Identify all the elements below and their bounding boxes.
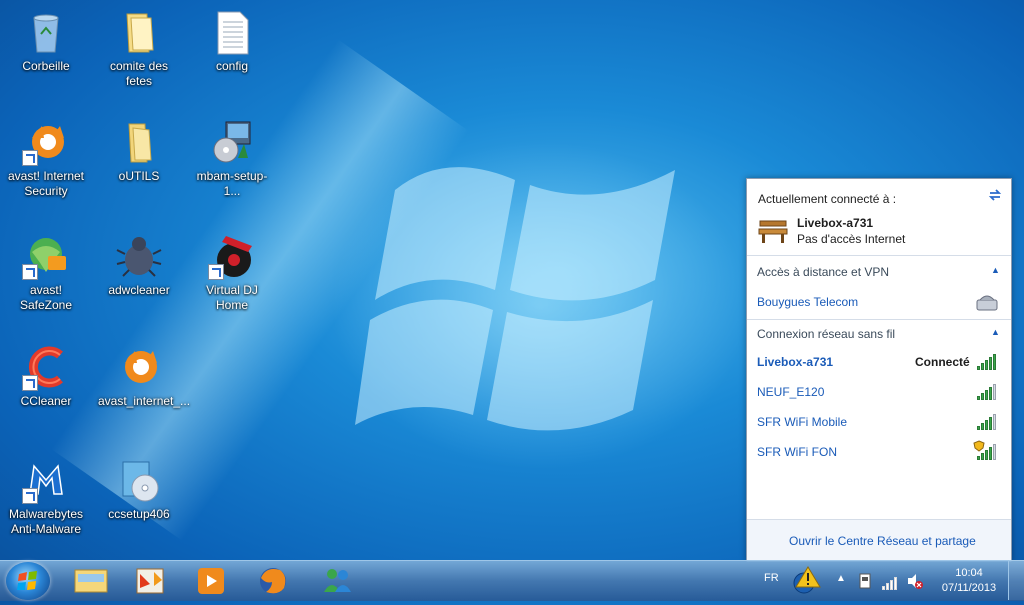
desktop-icon-ccsetup406[interactable]: ccsetup406 [98,456,180,522]
bench-network-icon [758,220,788,243]
folder-icon [115,8,163,56]
desktop-icon-label: adwcleaner [108,283,170,297]
avast-icon [115,343,163,391]
avast-icon [22,118,70,166]
desktop-icon-config[interactable]: config [191,8,273,74]
taskbar-media-player-button[interactable] [186,564,236,598]
wireless-section-header[interactable]: Connexion réseau sans fil [757,327,895,341]
wifi-network-row[interactable]: SFR WiFi FON [747,440,1011,466]
malwarebytes-icon [22,456,70,504]
ccleaner-icon [22,343,70,391]
current-network-name: Livebox-a731 [797,216,874,230]
taskbar-clock[interactable]: 10:04 07/11/2013 [938,566,1000,596]
desktop-icon-label: Virtual DJ Home [206,283,258,312]
desktop-icon-label: config [215,59,249,73]
vpn-section: Accès à distance et VPN ▲ Bouygues Telec… [747,255,1011,318]
taskbar-messenger-button[interactable] [312,564,362,598]
show-hidden-icons-arrow-icon[interactable]: ▲ [836,573,846,584]
vinyl-icon [208,232,256,280]
desktop-icon-mbam-setup[interactable]: mbam-setup-1... [191,118,273,199]
signal-strength-icon [977,384,997,400]
desktop-icon-label: mbam-setup-1... [196,169,268,198]
installer-icon [208,118,256,166]
wifi-network-name: NEUF_E120 [757,385,825,399]
desktop-icon-label: avast! Internet Security [7,169,85,198]
shortcut-arrow-icon [22,488,38,504]
show-desktop-button[interactable] [1008,560,1024,600]
taskbar: FR ▲ [0,560,1024,601]
security-shield-icon [973,440,985,452]
vpn-item-bouygues[interactable]: Bouygues Telecom [757,295,858,309]
explorer-icon [74,569,108,593]
desktop-icon-label: avast! SafeZone [19,283,73,312]
folder-icon [115,118,163,166]
desktop-icon-label: Corbeille [22,59,70,73]
firefox-icon [260,568,286,594]
desktop-icon-label: ccsetup406 [108,507,170,521]
panel-footer: Ouvrir le Centre Réseau et partage [747,519,1011,562]
wifi-connected-status: Connecté [915,355,970,369]
open-network-center-link[interactable]: Ouvrir le Centre Réseau et partage [789,534,976,548]
taskbar-office-button[interactable] [126,564,176,598]
desktop-icon-label: avast_internet_... [98,394,191,408]
desktop-icon-label: CCleaner [20,394,72,408]
network-tray-icon[interactable] [882,574,902,590]
desktop-icon-label: Malwarebytes Anti-Malware [8,507,84,536]
language-indicator[interactable]: FR [764,572,779,584]
media-player-icon [198,568,224,594]
action-center-warning-icon[interactable] [790,565,822,597]
volume-muted-icon[interactable] [906,572,924,590]
desktop-icon-malwarebytes[interactable]: Malwarebytes Anti-Malware [5,456,87,537]
taskbar-explorer-button[interactable] [66,564,116,598]
recycle-bin-icon [22,8,70,56]
refresh-icon[interactable] [987,187,1003,203]
wifi-network-row[interactable]: NEUF_E120 [747,380,1011,406]
wifi-network-name: SFR WiFi Mobile [757,415,848,429]
windows-logo-icon [355,167,675,431]
clock-date: 07/11/2013 [941,582,997,594]
desktop-icon-outils[interactable]: oUTILS [98,118,180,184]
network-flyout: Actuellement connecté à : Livebox-a731 P… [746,178,1012,562]
desktop-icon-ccleaner[interactable]: CCleaner [5,343,87,409]
shortcut-arrow-icon [22,375,38,391]
usb-device-icon[interactable] [856,571,874,591]
shortcut-arrow-icon [22,150,38,166]
windows-flag-icon [17,571,37,590]
text-file-icon [208,8,256,56]
collapse-chevron-icon[interactable]: ▲ [991,327,1000,337]
desktop-icon-avast-internet-security[interactable]: avast! Internet Security [5,118,87,199]
signal-strength-icon [977,354,997,370]
taskbar-firefox-button[interactable] [248,564,298,598]
setup-disc-icon [115,456,163,504]
messenger-icon [324,569,351,592]
dialup-modem-icon [976,295,998,311]
connected-header: Actuellement connecté à : [758,192,897,206]
collapse-chevron-icon[interactable]: ▲ [991,265,1000,275]
desktop-icon-adwcleaner[interactable]: adwcleaner [98,232,180,298]
desktop-icon-label: comite des fetes [109,59,169,88]
wifi-network-name: Livebox-a731 [757,355,834,369]
vpn-section-header[interactable]: Accès à distance et VPN [757,265,889,279]
desktop-icon-label: oUTILS [118,169,160,183]
wireless-section: Connexion réseau sans fil ▲ Livebox-a731… [747,319,1011,520]
shortcut-arrow-icon [208,264,224,280]
wifi-network-row[interactable]: SFR WiFi Mobile [747,410,1011,436]
wifi-network-row[interactable]: Livebox-a731 Connecté [747,350,1011,376]
start-button[interactable] [6,562,50,600]
desktop-icon-avast-internet-installer[interactable]: avast_internet_... [98,343,191,409]
desktop-icon-recycle-bin[interactable]: Corbeille [5,8,87,74]
desktop-icon-comite-des-fetes[interactable]: comite des fetes [98,8,180,89]
clock-time: 10:04 [955,567,983,579]
desktop-icon-avast-safezone[interactable]: avast! SafeZone [5,232,87,313]
signal-strength-icon [977,414,997,430]
bug-icon [115,232,163,280]
office-icon [136,568,164,594]
wifi-network-name: SFR WiFi FON [757,445,837,459]
desktop-icon-virtual-dj[interactable]: Virtual DJ Home [191,232,273,313]
current-network-status: Pas d'accès Internet [797,232,906,246]
safezone-icon [22,232,70,280]
shortcut-arrow-icon [22,264,38,280]
